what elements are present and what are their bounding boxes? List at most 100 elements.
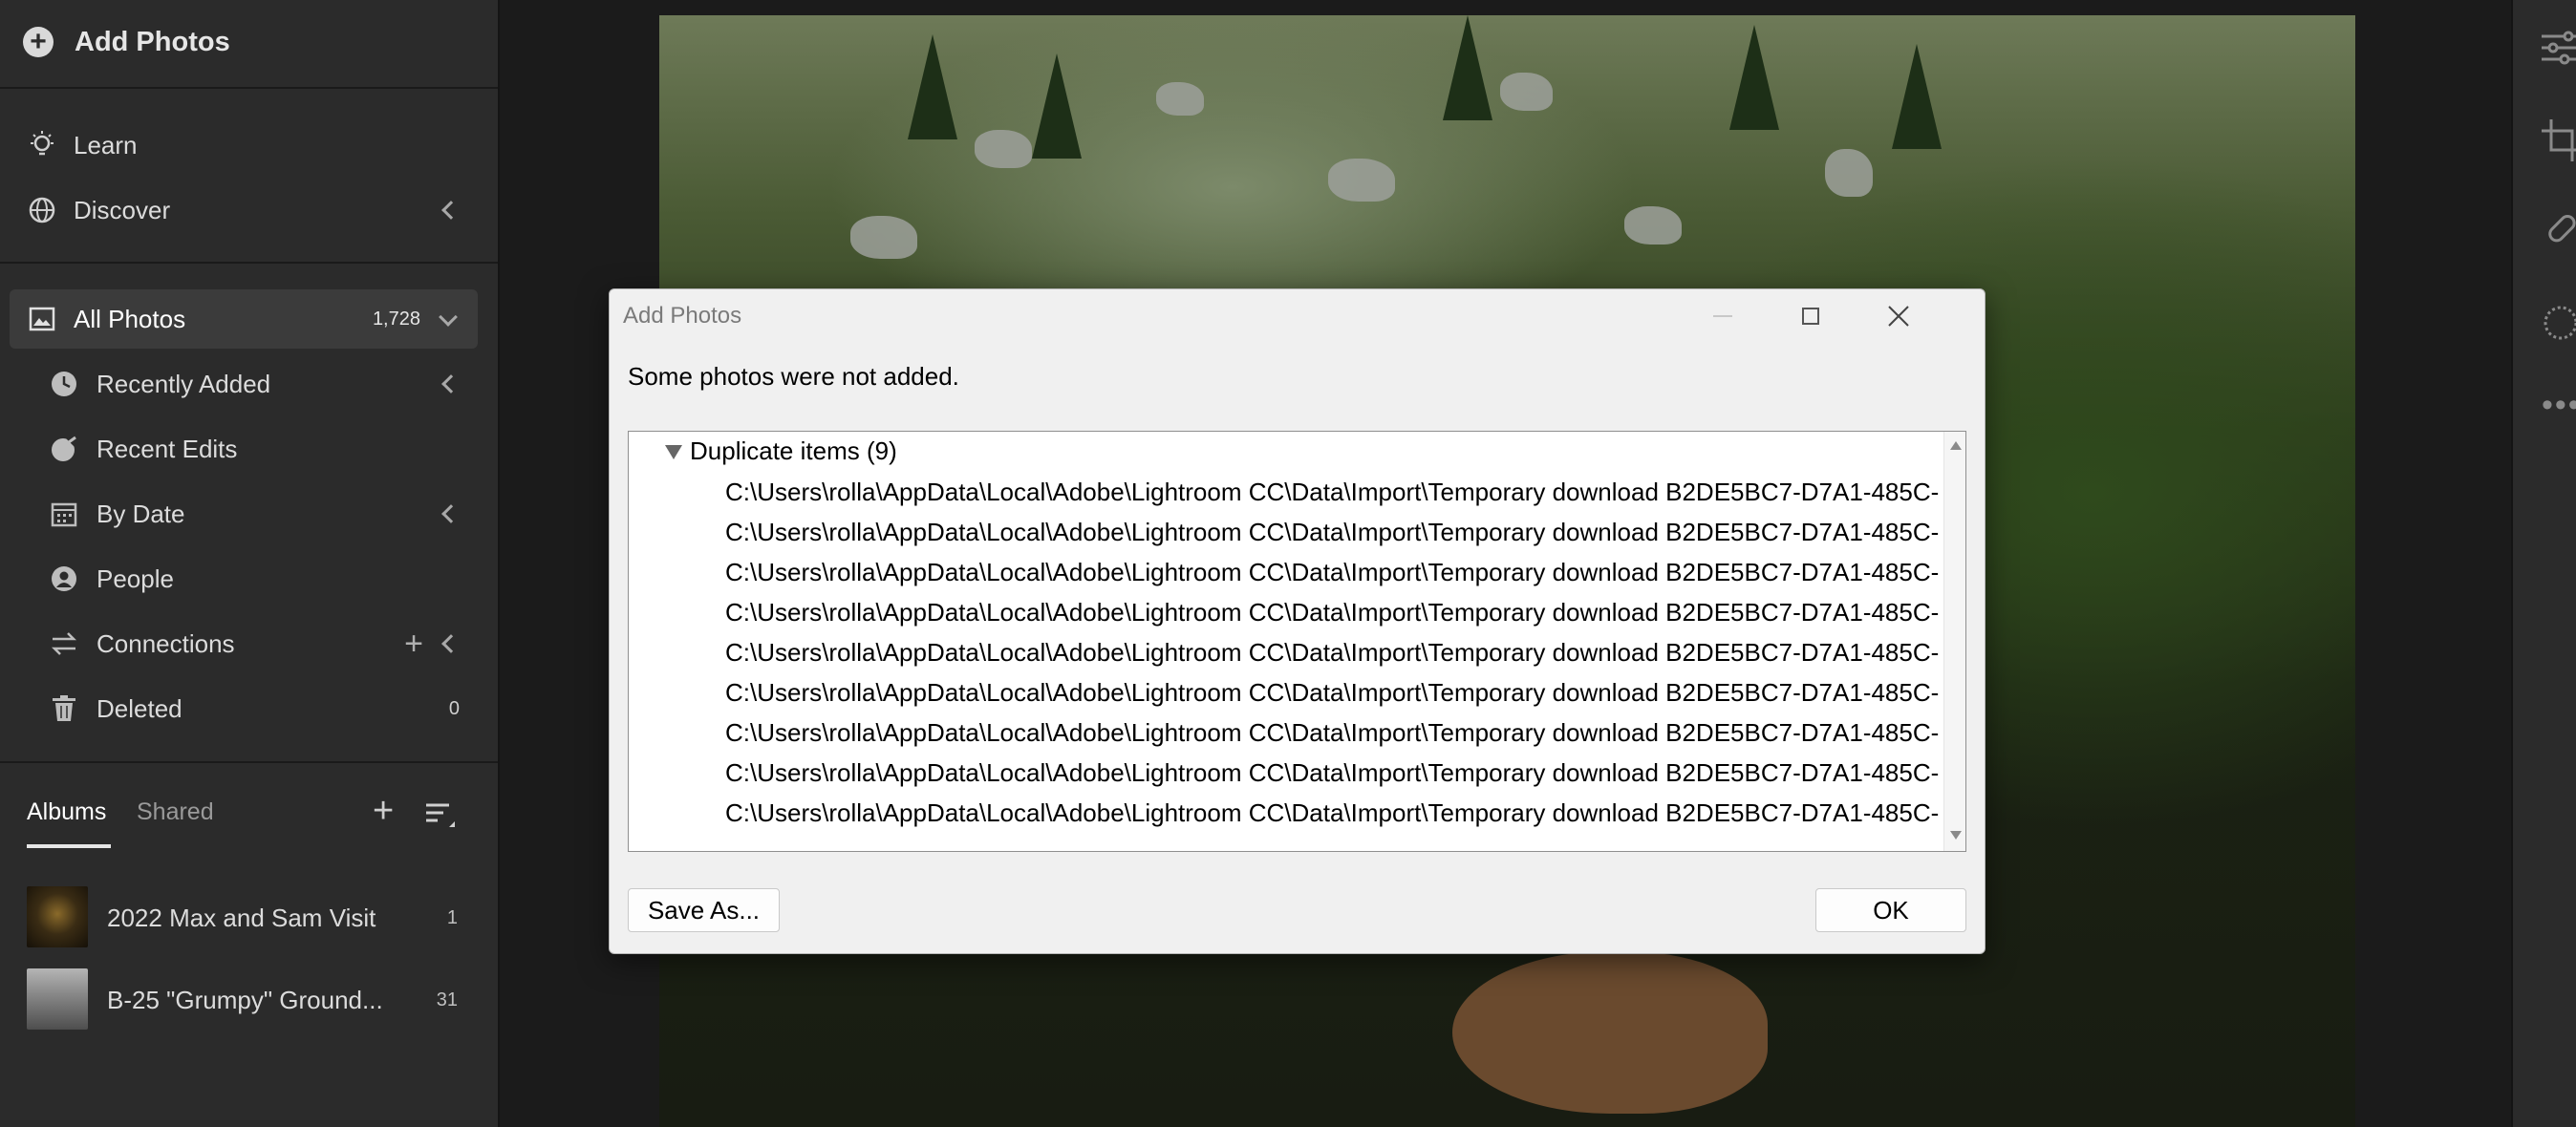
- tab-underline: [27, 844, 111, 848]
- add-album-icon[interactable]: +: [373, 791, 394, 832]
- more-icon[interactable]: •••: [2542, 387, 2576, 424]
- close-icon: [1888, 306, 1909, 327]
- photo-detail: [1892, 44, 1942, 149]
- chevron-down-icon[interactable]: [439, 308, 458, 327]
- list-item[interactable]: C:\Users\rolla\AppData\Local\Adobe\Light…: [725, 598, 1943, 627]
- add-photos-button[interactable]: + Add Photos: [23, 19, 230, 65]
- photo-detail: [1443, 15, 1492, 120]
- sidebar-item-all-photos[interactable]: All Photos 1,728: [10, 289, 478, 349]
- sidebar-item-discover[interactable]: Discover: [0, 181, 498, 240]
- list-item[interactable]: C:\Users\rolla\AppData\Local\Adobe\Light…: [725, 718, 1943, 748]
- dialog-message: Some photos were not added.: [628, 362, 959, 391]
- album-thumbnail: [27, 968, 88, 1030]
- sliders-icon[interactable]: [2542, 29, 2576, 72]
- photo-detail: [850, 216, 917, 259]
- sidebar-item-label: Recently Added: [97, 369, 271, 398]
- crop-icon[interactable]: [2542, 119, 2576, 166]
- chevron-left-icon[interactable]: [441, 374, 461, 393]
- sidebar-item-label: Deleted: [97, 693, 182, 723]
- sidebar-item-label: People: [97, 564, 174, 593]
- sort-icon[interactable]: [424, 802, 457, 834]
- person-icon: [49, 564, 79, 594]
- photo-detail: [908, 34, 957, 139]
- sidebar-item-recently-added[interactable]: Recently Added: [0, 354, 498, 414]
- maximize-button[interactable]: [1768, 289, 1854, 343]
- photo-count: 1,728: [372, 308, 420, 330]
- photo-detail: [1032, 53, 1082, 159]
- photos-icon: [27, 304, 57, 334]
- chevron-left-icon[interactable]: [441, 634, 461, 653]
- photo-detail: [1729, 25, 1779, 130]
- list-item[interactable]: C:\Users\rolla\AppData\Local\Adobe\Light…: [725, 758, 1943, 788]
- calendar-icon: [49, 499, 79, 529]
- add-connection-icon[interactable]: +: [404, 626, 423, 663]
- photo-detail: [1624, 206, 1682, 245]
- photo-detail: [1825, 149, 1873, 197]
- scrollbar[interactable]: [1943, 432, 1965, 851]
- photo-detail: [1452, 951, 1768, 1114]
- duplicate-list[interactable]: Duplicate items (9) C:\Users\rolla\AppDa…: [628, 431, 1966, 852]
- tab-shared[interactable]: Shared: [137, 798, 214, 826]
- save-as-button[interactable]: Save As...: [628, 888, 780, 932]
- sidebar-item-recent-edits[interactable]: Recent Edits: [0, 419, 498, 478]
- list-item[interactable]: C:\Users\rolla\AppData\Local\Adobe\Light…: [725, 638, 1943, 668]
- sidebar-item-label: Connections: [97, 628, 235, 658]
- photo-detail: [1500, 73, 1553, 111]
- divider: [0, 761, 498, 763]
- duplicate-group-label[interactable]: Duplicate items (9): [690, 436, 897, 466]
- album-count: 31: [436, 989, 458, 1010]
- sidebar-item-connections[interactable]: Connections +: [0, 614, 498, 673]
- chevron-left-icon[interactable]: [441, 504, 461, 523]
- album-count: 1: [446, 907, 458, 928]
- sidebar-item-label: By Date: [97, 499, 185, 528]
- dialog-title: Add Photos: [623, 303, 742, 329]
- list-item[interactable]: C:\Users\rolla\AppData\Local\Adobe\Light…: [725, 678, 1943, 708]
- collapse-triangle-icon[interactable]: [665, 445, 682, 459]
- connections-icon: [49, 628, 79, 659]
- ok-button[interactable]: OK: [1815, 888, 1966, 932]
- list-item[interactable]: C:\Users\rolla\AppData\Local\Adobe\Light…: [725, 798, 1943, 828]
- edits-icon: [49, 434, 79, 464]
- sidebar-item-label: Learn: [74, 130, 138, 159]
- photo-detail: [975, 130, 1032, 168]
- album-row[interactable]: 2022 Max and Sam Visit 1: [0, 884, 498, 951]
- trash-icon: [49, 693, 79, 724]
- album-name: 2022 Max and Sam Visit: [107, 904, 376, 932]
- sidebar-item-by-date[interactable]: By Date: [0, 484, 498, 543]
- tab-albums[interactable]: Albums: [27, 798, 106, 826]
- list-item[interactable]: C:\Users\rolla\AppData\Local\Adobe\Light…: [725, 518, 1943, 547]
- album-thumbnail: [27, 886, 88, 947]
- lightbulb-icon: [27, 130, 57, 160]
- maximize-icon: [1802, 308, 1819, 325]
- deleted-count: 0: [448, 697, 460, 719]
- photo-detail: [1328, 159, 1395, 202]
- sidebar-item-people[interactable]: People: [0, 549, 498, 608]
- clock-icon: [49, 369, 79, 399]
- chevron-left-icon[interactable]: [441, 201, 461, 220]
- sidebar-item-label: Discover: [74, 195, 171, 224]
- edit-panel: •••: [2511, 0, 2576, 1127]
- minimize-button[interactable]: [1680, 289, 1766, 343]
- scroll-up-icon[interactable]: [1950, 441, 1962, 450]
- close-button[interactable]: [1856, 289, 1942, 343]
- list-item[interactable]: C:\Users\rolla\AppData\Local\Adobe\Light…: [725, 558, 1943, 587]
- divider: [0, 87, 498, 89]
- bandage-icon[interactable]: [2542, 212, 2576, 255]
- list-item[interactable]: C:\Users\rolla\AppData\Local\Adobe\Light…: [725, 478, 1943, 507]
- photo-detail: [1156, 82, 1204, 116]
- sidebar-item-label: All Photos: [74, 304, 186, 333]
- divider: [0, 262, 498, 264]
- sidebar-edge: [498, 0, 500, 1127]
- plus-circle-icon: +: [23, 27, 54, 57]
- sidebar-item-label: Recent Edits: [97, 434, 238, 463]
- sidebar-item-learn[interactable]: Learn: [0, 116, 498, 175]
- add-photos-label: Add Photos: [75, 26, 230, 57]
- globe-icon: [27, 195, 57, 225]
- sidebar: + Add Photos Learn Discover All Photos 1…: [0, 0, 498, 1127]
- album-name: B-25 "Grumpy" Ground...: [107, 986, 383, 1014]
- scroll-down-icon[interactable]: [1950, 831, 1962, 840]
- mask-icon[interactable]: [2542, 304, 2576, 347]
- sidebar-item-deleted[interactable]: Deleted 0: [0, 679, 498, 738]
- add-photos-dialog: Add Photos Some photos were not added. D…: [609, 288, 1986, 954]
- album-row[interactable]: B-25 "Grumpy" Ground... 31: [0, 967, 498, 1033]
